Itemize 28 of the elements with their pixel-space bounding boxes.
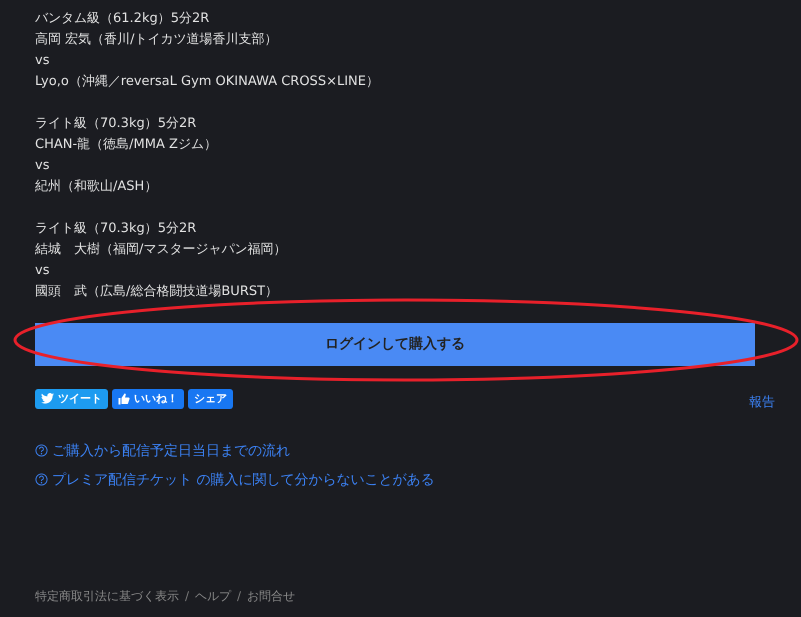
fighter-name: 高岡 宏気（香川/トイカツ道場香川支部）	[35, 32, 278, 47]
footer-link[interactable]: お問合せ	[247, 586, 296, 604]
fighter-name: Lyo,o（沖縄／reversaL Gym OKINAWA CROSS×LINE）	[35, 74, 379, 89]
tweet-button[interactable]: ツイート	[35, 388, 108, 409]
help-link[interactable]: プレミア配信チケット の購入に関して分からないことがある	[52, 470, 434, 490]
help-icon	[35, 473, 48, 486]
fighter-name: CHAN-龍（徳島/MMA Zジム）	[35, 137, 217, 152]
help-icon	[35, 444, 48, 457]
vs-label: vs	[35, 53, 50, 68]
purchase-button[interactable]: ログインして購入する	[35, 323, 755, 366]
footer-link[interactable]: ヘルプ	[195, 586, 232, 604]
weight-class: バンタム級（61.2kg）5分2R	[35, 11, 210, 26]
separator: /	[236, 588, 242, 604]
bird-icon	[41, 393, 54, 404]
report-link[interactable]: 報告	[749, 393, 775, 412]
vs-label: vs	[35, 158, 50, 173]
weight-class: ライト級（70.3kg）5分2R	[35, 116, 196, 131]
separator: /	[184, 588, 190, 604]
like-button[interactable]: いいね！	[112, 388, 184, 409]
fighter-name: 國頭 武（広島/総合格闘技道場BURST）	[35, 284, 278, 299]
fighter-name: 結城 大樹（福岡/マスタージャパン福岡）	[35, 242, 286, 257]
weight-class: ライト級（70.3kg）5分2R	[35, 221, 196, 236]
thumbs-up-icon	[118, 392, 130, 405]
share-button[interactable]: シェア	[188, 388, 233, 409]
vs-label: vs	[35, 263, 50, 278]
help-link[interactable]: ご購入から配信予定日当日までの流れ	[52, 440, 290, 460]
fighter-name: 紀州（和歌山/ASH）	[35, 179, 158, 194]
footer-link[interactable]: 特定商取引法に基づく表示	[35, 586, 179, 604]
